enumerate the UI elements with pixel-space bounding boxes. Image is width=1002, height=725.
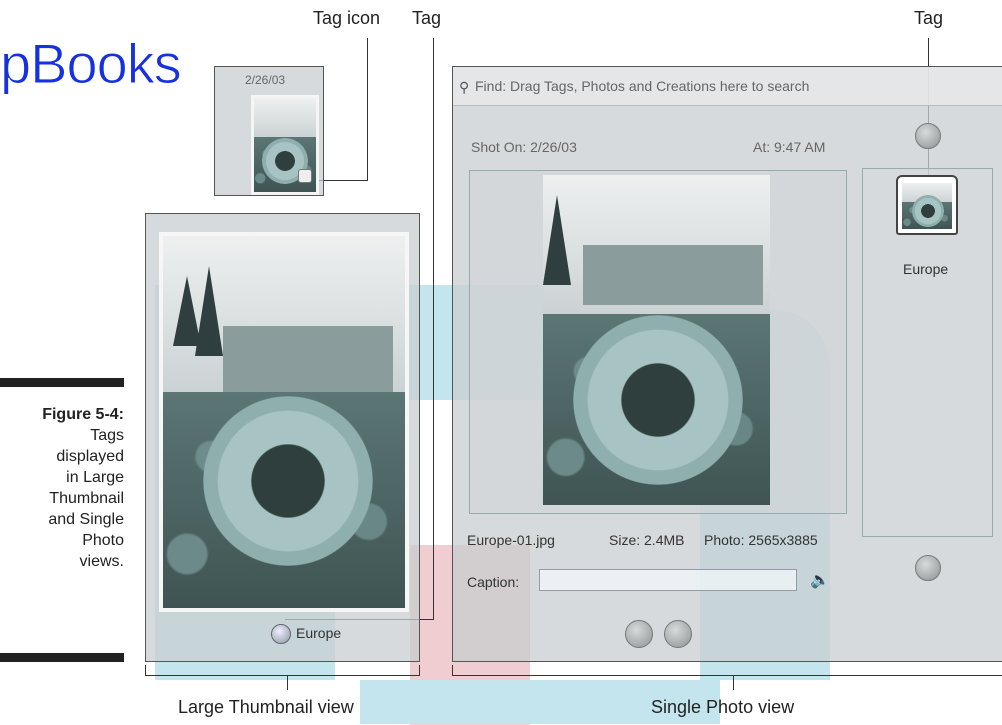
- callout-tag-right: Tag: [914, 8, 944, 28]
- bracket-large-thumb-h: [145, 675, 420, 676]
- single-photo-panel: ⚲ Find: Drag Tags, Photos and Creations …: [452, 66, 1002, 662]
- small-thumbnail-panel: 2/26/03: [214, 66, 324, 196]
- bracket-single-photo-tick: [733, 676, 734, 690]
- bracket-large-thumb-tick: [287, 676, 288, 690]
- caption-bar-bottom: [0, 653, 124, 662]
- bracket-single-photo-left: [452, 665, 453, 676]
- speaker-icon[interactable]: 🔈: [810, 570, 830, 590]
- tag-badge-photo: [902, 183, 952, 229]
- shot-on-date: Shot On: 2/26/03: [471, 139, 577, 155]
- caption-input[interactable]: [539, 569, 797, 591]
- label-single-photo-view: Single Photo view: [651, 697, 795, 717]
- figure-caption: Figure 5-4: Tags displayed in Large Thum…: [0, 404, 124, 572]
- large-thumbnail-tag-name: Europe: [296, 625, 342, 641]
- callout-tag-icon: Tag icon: [313, 8, 381, 28]
- callout-tag-left: Tag: [412, 8, 442, 28]
- label-large-thumbnail-view: Large Thumbnail view: [178, 697, 354, 717]
- photo-size: Size: 2.4MB: [609, 532, 685, 548]
- bracket-single-photo-h: [452, 675, 1002, 676]
- tag-pane: Europe: [862, 168, 993, 537]
- tag-icon-large[interactable]: [271, 624, 291, 644]
- find-bar[interactable]: ⚲ Find: Drag Tags, Photos and Creations …: [453, 67, 1002, 106]
- large-thumbnail-photo[interactable]: [159, 232, 409, 612]
- tag-icon[interactable]: [298, 169, 312, 183]
- figure-number: Figure 5-4:: [42, 406, 124, 423]
- main-photo[interactable]: [543, 175, 770, 505]
- shot-at-time: At: 9:47 AM: [753, 139, 826, 155]
- caption-label: Caption:: [467, 574, 520, 590]
- tag-badge-label: Europe: [903, 261, 949, 277]
- previous-photo-icon[interactable]: [625, 620, 653, 648]
- scroll-up-icon[interactable]: [915, 123, 941, 149]
- binoculars-icon: ⚲: [459, 79, 470, 95]
- tag-badge[interactable]: [896, 175, 958, 235]
- bracket-large-thumb-right: [419, 665, 420, 676]
- main-photo-frame: [469, 170, 847, 514]
- large-thumbnail-panel: Europe: [145, 213, 420, 662]
- small-thumbnail-date: 2/26/03: [245, 73, 286, 87]
- leader-tag-icon-vertical: [367, 38, 368, 180]
- photo-filename: Europe-01.jpg: [467, 532, 555, 548]
- caption-bar-top: [0, 378, 124, 387]
- watermark-logo: pBooks: [0, 32, 182, 95]
- find-bar-text: Find: Drag Tags, Photos and Creations he…: [475, 78, 810, 94]
- next-photo-icon[interactable]: [664, 620, 692, 648]
- scroll-down-icon[interactable]: [915, 555, 941, 581]
- bracket-large-thumb-left: [145, 665, 146, 676]
- leader-tag-vertical: [433, 38, 434, 620]
- photo-dimensions: Photo: 2565x3885: [704, 532, 818, 548]
